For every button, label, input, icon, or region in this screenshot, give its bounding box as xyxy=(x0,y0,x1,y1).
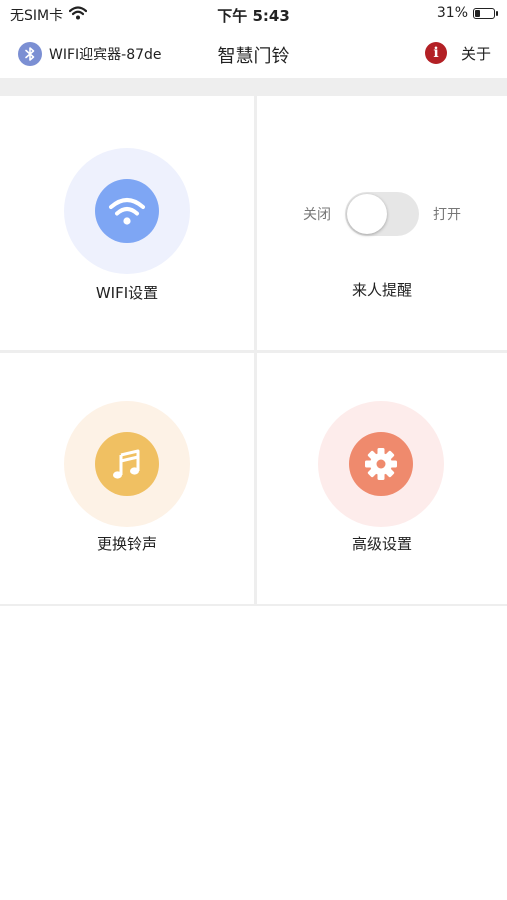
advanced-halo xyxy=(318,401,444,527)
wifi-settings-label: WIFI设置 xyxy=(95,284,159,302)
music-note-icon xyxy=(95,432,159,496)
nav-bar: WIFI迎宾器-87de 智慧门铃 i 关于 xyxy=(0,34,507,76)
battery-fill xyxy=(475,9,480,17)
visitor-alert-label: 来人提醒 xyxy=(351,281,412,299)
feature-grid: WIFI设置 关闭 打开 来人提醒 更换铃声 高级设置 xyxy=(0,96,507,606)
tile-visitor-alert: 关闭 打开 来人提醒 xyxy=(257,96,507,350)
status-right: 31% xyxy=(436,5,498,21)
status-time: 下午 5:43 xyxy=(217,7,290,25)
toggle-off-label: 关闭 xyxy=(303,207,331,223)
visitor-alert-toggle-row: 关闭 打开 xyxy=(257,192,507,236)
tile-wifi-settings[interactable]: WIFI设置 xyxy=(0,96,254,350)
about-button[interactable]: i 关于 xyxy=(424,42,491,64)
ringtone-halo xyxy=(64,401,190,527)
switch-knob xyxy=(347,194,387,234)
wifi-halo xyxy=(64,148,190,274)
header-divider xyxy=(0,78,507,96)
battery-icon xyxy=(473,7,498,19)
tile-advanced-settings[interactable]: 高级设置 xyxy=(257,353,507,604)
about-label: 关于 xyxy=(460,44,491,63)
wifi-icon xyxy=(95,179,159,243)
tile-change-ringtone[interactable]: 更换铃声 xyxy=(0,353,254,604)
advanced-settings-label: 高级设置 xyxy=(351,535,412,553)
visitor-alert-switch[interactable] xyxy=(345,192,419,236)
gear-icon xyxy=(349,432,413,496)
change-ringtone-label: 更换铃声 xyxy=(96,535,157,553)
toggle-on-label: 打开 xyxy=(433,207,461,223)
status-bar: 无SIM卡 下午 5:43 31% xyxy=(0,0,507,28)
battery-percent: 31% xyxy=(436,5,468,21)
info-icon: i xyxy=(424,42,447,64)
